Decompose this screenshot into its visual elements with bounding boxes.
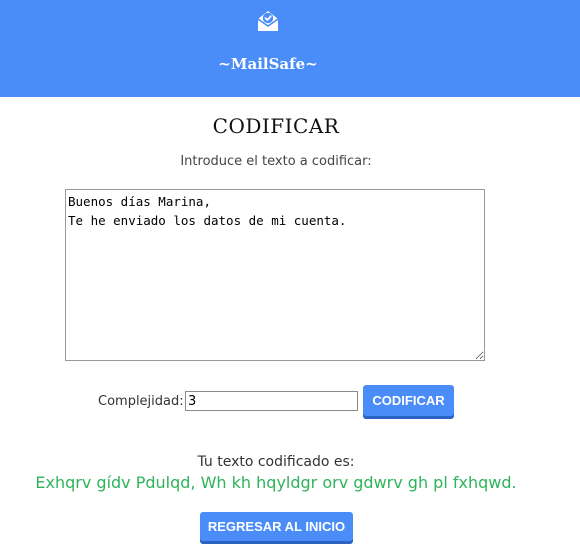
page-title: CODIFICAR xyxy=(212,114,340,138)
input-prompt: Introduce el texto a codificar: xyxy=(180,154,372,169)
app-header: ~MailSafe~ xyxy=(0,0,580,97)
complexity-input[interactable] xyxy=(185,391,358,411)
encoded-result-text: Exhqrv gídv Pdulqd, Wh kh hqyldgr orv gd… xyxy=(35,473,517,492)
brand-name: ~MailSafe~ xyxy=(218,55,318,73)
message-textarea[interactable]: Buenos días Marina, Te he enviado los da… xyxy=(65,189,485,361)
encode-button[interactable]: CODIFICAR xyxy=(363,385,454,416)
result-label: Tu texto codificado es: xyxy=(197,454,355,470)
return-home-button[interactable]: REGRESAR AL INICIO xyxy=(200,512,353,541)
complexity-label: Complejidad: xyxy=(98,394,184,409)
envelope-check-icon xyxy=(257,11,279,31)
